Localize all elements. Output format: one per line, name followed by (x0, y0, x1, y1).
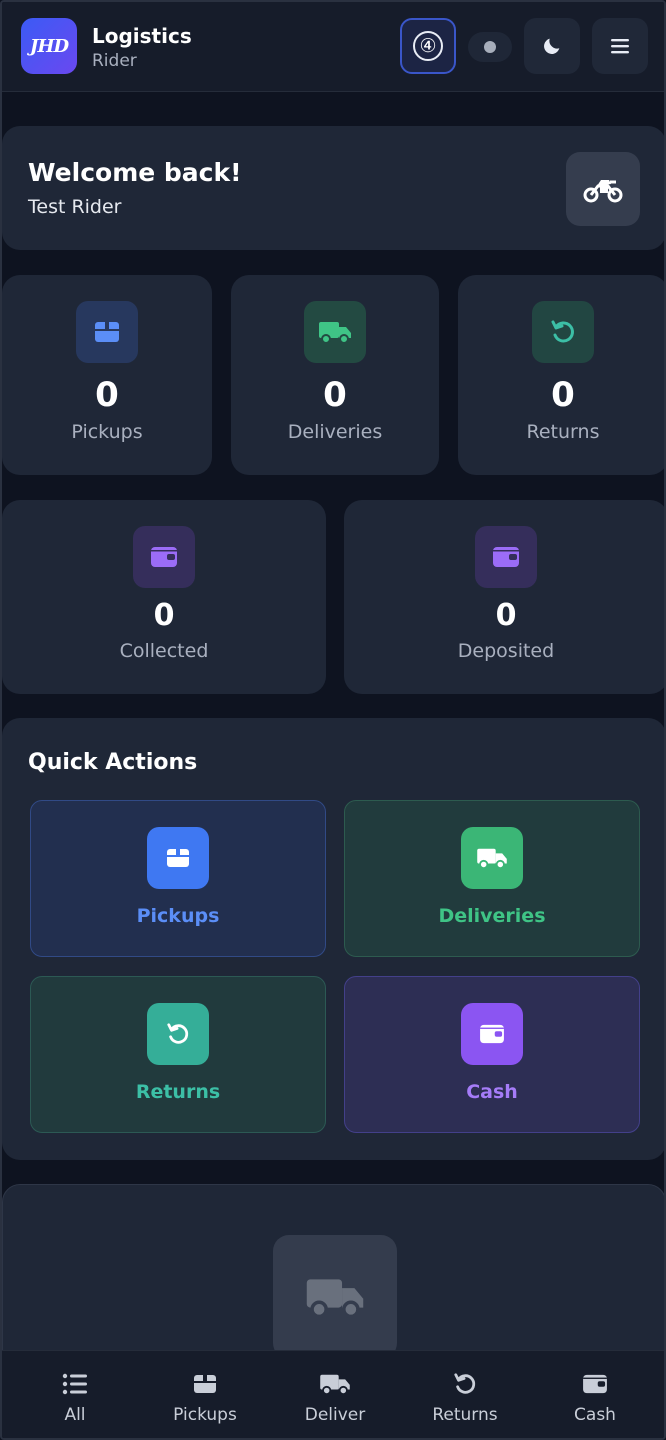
quick-action-returns[interactable]: Returns (30, 976, 326, 1133)
rider-name: Test Rider (28, 196, 122, 218)
wallet-icon (582, 1371, 608, 1397)
theme-toggle-button[interactable] (524, 18, 580, 74)
welcome-card: Welcome back! Test Rider (2, 126, 664, 250)
truck-icon (319, 1371, 351, 1397)
nav-label: All (64, 1405, 86, 1425)
nav-label: Returns (432, 1405, 498, 1425)
quick-action-label: Returns (135, 1081, 221, 1103)
box-icon (193, 1371, 217, 1397)
stat-value: 0 (95, 375, 119, 415)
hamburger-icon (611, 39, 629, 54)
brand-title: Logistics (92, 24, 192, 48)
stat-card-deliveries[interactable]: 0 Deliveries (231, 275, 439, 475)
stat-label: Deliveries (287, 421, 383, 443)
stat-card-collected[interactable]: 0 Collected (2, 500, 326, 694)
stat-value: 0 (153, 598, 175, 633)
truck-icon (273, 1235, 397, 1359)
undo-icon (147, 1003, 209, 1065)
list-icon (62, 1371, 88, 1397)
quick-action-label: Pickups (136, 905, 220, 927)
nav-label: Deliver (304, 1405, 366, 1425)
nav-label: Cash (574, 1405, 616, 1425)
stat-card-deposited[interactable]: 0 Deposited (344, 500, 664, 694)
quick-action-pickups[interactable]: Pickups (30, 800, 326, 957)
quick-action-label: Cash (466, 1081, 518, 1103)
quick-action-label: Deliveries (438, 905, 546, 927)
stat-label: Deposited (457, 640, 555, 662)
wallet-icon (475, 526, 537, 588)
menu-button[interactable] (592, 18, 648, 74)
moon-icon (544, 38, 560, 54)
nav-item-returns[interactable]: Returns (399, 1351, 531, 1438)
nav-label: Pickups (173, 1405, 237, 1425)
stat-card-returns[interactable]: 0 Returns (458, 275, 664, 475)
notification-count-button[interactable]: ④ (400, 18, 456, 74)
welcome-heading: Welcome back! (28, 158, 242, 187)
nav-item-deliver[interactable]: Deliver (269, 1351, 401, 1438)
nav-item-all[interactable]: All (9, 1351, 141, 1438)
quick-actions-title: Quick Actions (28, 750, 198, 775)
nav-item-cash[interactable]: Cash (529, 1351, 661, 1438)
box-icon (147, 827, 209, 889)
nav-item-pickups[interactable]: Pickups (139, 1351, 271, 1438)
brand-subtitle: Rider (92, 51, 137, 71)
truck-icon (461, 827, 523, 889)
truck-icon (304, 301, 366, 363)
stat-label: Collected (119, 640, 209, 662)
count-badge: ④ (413, 31, 443, 61)
undo-icon (453, 1371, 477, 1397)
rider-avatar (566, 152, 640, 226)
wallet-icon (461, 1003, 523, 1065)
motorcycle-icon (583, 180, 623, 203)
quick-action-cash[interactable]: Cash (344, 976, 640, 1133)
status-toggle[interactable] (468, 32, 512, 62)
stat-value: 0 (551, 375, 575, 415)
brand-logo[interactable]: JHD (21, 18, 77, 74)
app-header: JHD Logistics Rider ④ (2, 2, 664, 92)
stat-label: Pickups (71, 421, 143, 443)
stat-value: 0 (323, 375, 347, 415)
box-icon (76, 301, 138, 363)
status-dot-icon (484, 41, 496, 53)
quick-action-deliveries[interactable]: Deliveries (344, 800, 640, 957)
quick-actions-card: Quick Actions Pickups Deliveries Returns… (2, 718, 664, 1160)
bottom-navigation: All Pickups Deliver Returns Cash (2, 1350, 664, 1438)
stat-value: 0 (495, 598, 517, 633)
stat-card-pickups[interactable]: 0 Pickups (2, 275, 212, 475)
wallet-icon (133, 526, 195, 588)
stat-label: Returns (526, 421, 600, 443)
app-frame: JHD Logistics Rider ④ Welcome back! Test… (0, 0, 666, 1440)
undo-icon (532, 301, 594, 363)
